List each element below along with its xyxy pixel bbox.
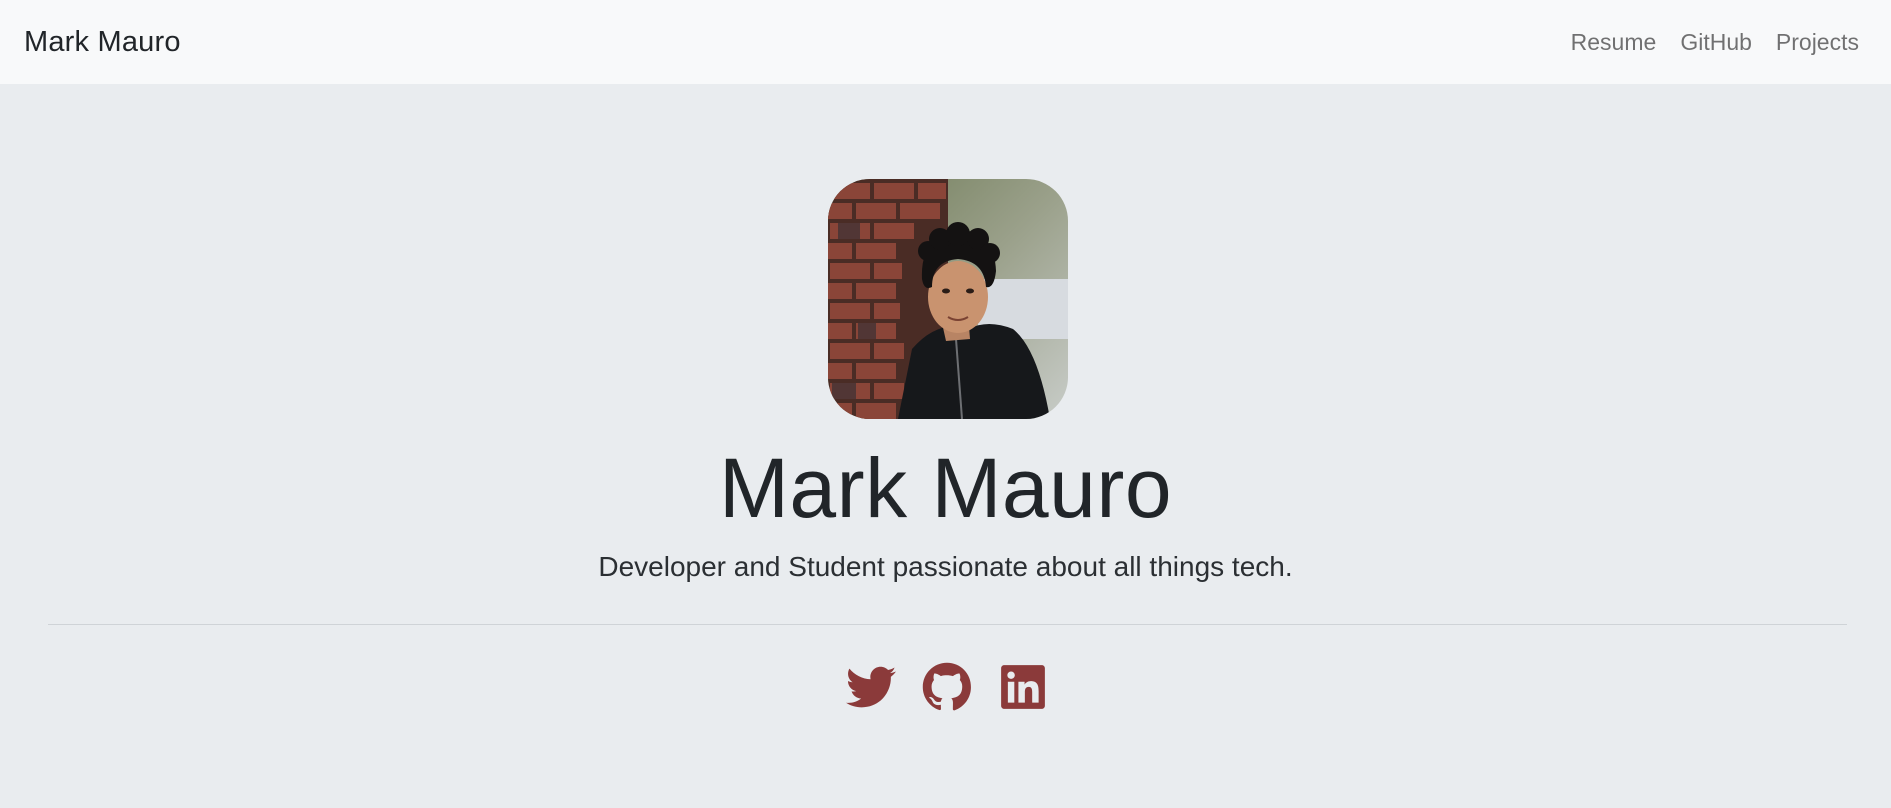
divider — [48, 624, 1847, 625]
brand-link[interactable]: Mark Mauro — [24, 26, 181, 59]
twitter-icon[interactable] — [845, 662, 896, 712]
hero-subtitle: Developer and Student passionate about a… — [598, 551, 1293, 582]
linkedin-icon[interactable] — [998, 662, 1048, 712]
github-icon[interactable] — [922, 662, 972, 712]
profile-photo — [828, 179, 1068, 419]
navbar: Mark Mauro Resume GitHub Projects — [0, 0, 1891, 84]
social-links — [0, 662, 1891, 712]
nav-link-github[interactable]: GitHub — [1680, 29, 1752, 56]
nav-links: Resume GitHub Projects — [1571, 29, 1859, 56]
nav-link-resume[interactable]: Resume — [1571, 29, 1657, 56]
hero-title: Mark Mauro — [718, 441, 1173, 535]
nav-link-projects[interactable]: Projects — [1776, 29, 1859, 56]
